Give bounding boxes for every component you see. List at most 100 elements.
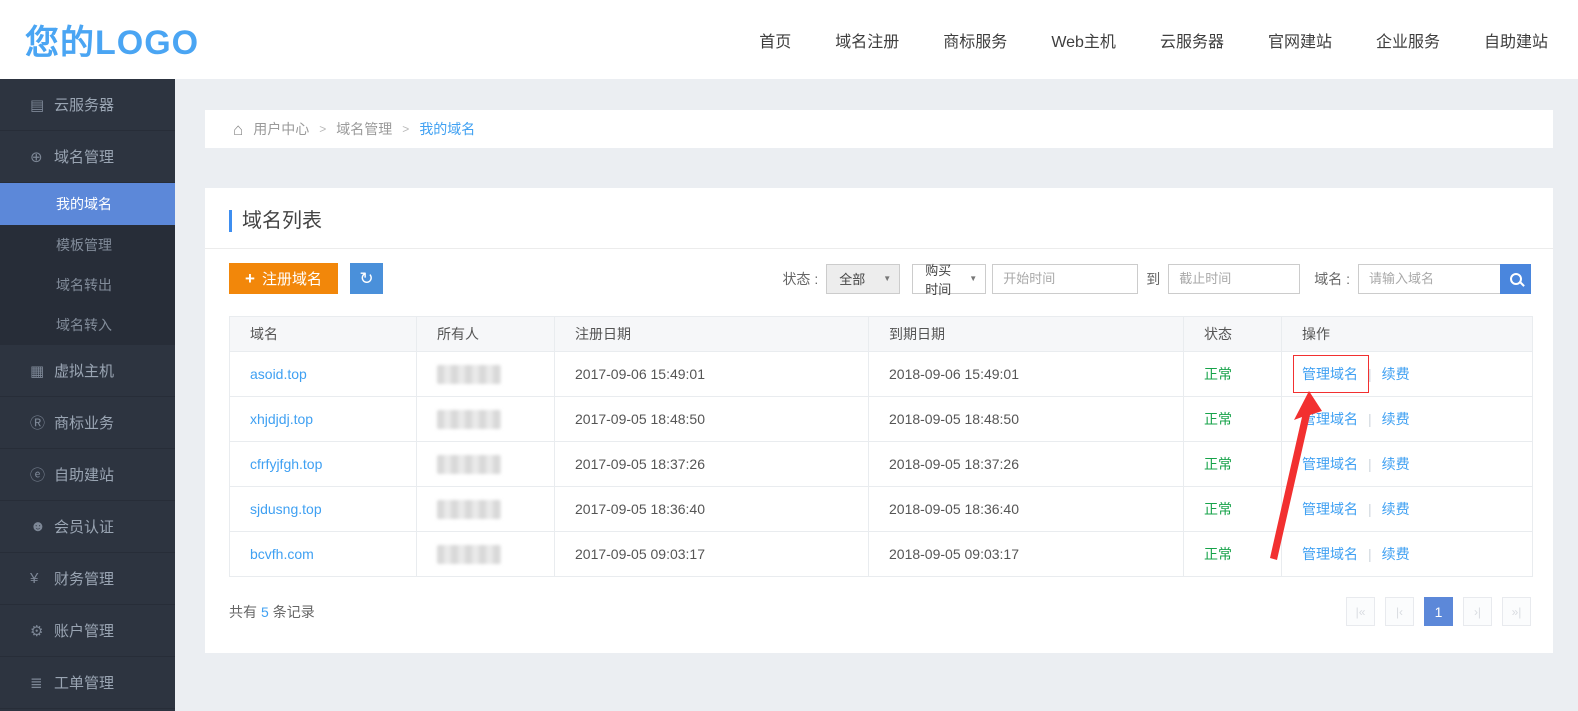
last-page-button[interactable]: »| (1502, 597, 1531, 626)
sidebar-item[interactable]: ▦虚拟主机 (0, 345, 175, 397)
column-header: 所有人 (417, 317, 555, 352)
domain-link[interactable]: bcvfh.com (250, 546, 314, 562)
renew-link[interactable]: 续费 (1382, 366, 1410, 382)
status-cell: 正常 (1184, 487, 1282, 532)
renew-link[interactable]: 续费 (1382, 501, 1410, 517)
domain-link[interactable]: asoid.top (250, 366, 307, 382)
manage-domain-link[interactable]: 管理域名 (1302, 366, 1358, 382)
sidebar-item[interactable]: ▤云服务器 (0, 79, 175, 131)
domain-link[interactable]: cfrfyjfgh.top (250, 456, 322, 472)
owner-cell (417, 532, 555, 577)
status-filter-label: 状态 : (782, 269, 818, 289)
sidebar-item[interactable]: ⓔ自助建站 (0, 449, 175, 501)
breadcrumb-separator: > (319, 122, 326, 136)
start-date-input[interactable] (992, 264, 1138, 294)
breadcrumb-item: 我的域名 (419, 119, 475, 139)
manage-wrap: 管理域名 (1302, 411, 1358, 427)
top-nav-item[interactable]: 首页 (759, 28, 791, 52)
owner-cell (417, 397, 555, 442)
expires-cell: 2018-09-05 18:48:50 (869, 397, 1184, 442)
manage-domain-link[interactable]: 管理域名 (1302, 456, 1358, 472)
manage-domain-link[interactable]: 管理域名 (1302, 501, 1358, 517)
sidebar-item[interactable]: ¥财务管理 (0, 553, 175, 605)
sidebar-item[interactable]: Ⓡ商标业务 (0, 397, 175, 449)
top-nav-item[interactable]: 官网建站 (1268, 28, 1332, 52)
site-logo[interactable]: 您的LOGO (25, 15, 199, 64)
domain-link[interactable]: xhjdjdj.top (250, 411, 313, 427)
main-content: ⌂ 用户中心>域名管理>我的域名 域名列表 + 注册域名 ↻ 状态 : 全部 (175, 79, 1578, 711)
status-badge: 正常 (1204, 501, 1232, 517)
sidebar-item[interactable]: ☻会员认证 (0, 501, 175, 553)
expires-cell: 2018-09-06 15:49:01 (869, 352, 1184, 397)
domain-search-input[interactable] (1358, 264, 1500, 294)
sidebar-item[interactable]: ≣工单管理 (0, 657, 175, 709)
sidebar-subitem[interactable]: 域名转出 (0, 265, 175, 305)
end-date-input[interactable] (1168, 264, 1300, 294)
table-row: bcvfh.com 2017-09-05 09:03:172018-09-05 0… (230, 532, 1533, 577)
summary-count: 5 (261, 604, 269, 620)
page-1-button[interactable]: 1 (1424, 597, 1453, 626)
status-cell: 正常 (1184, 397, 1282, 442)
chevron-down-icon: ▼ (969, 274, 977, 283)
renew-link[interactable]: 续费 (1382, 456, 1410, 472)
first-page-button[interactable]: |« (1346, 597, 1375, 626)
sidebar-item-label: 财务管理 (54, 568, 114, 589)
summary-suffix: 条记录 (273, 604, 315, 620)
registered-cell: 2017-09-06 15:49:01 (555, 352, 869, 397)
manage-domain-link[interactable]: 管理域名 (1302, 546, 1358, 562)
top-nav-item[interactable]: 企业服务 (1376, 28, 1440, 52)
actions-cell: 管理域名 | 续费 (1282, 397, 1533, 442)
sidebar-item[interactable]: ⊕域名管理 (0, 131, 175, 183)
member-auth-icon: ☻ (30, 518, 54, 535)
owner-redacted-blur (437, 410, 501, 429)
owner-cell (417, 442, 555, 487)
column-header: 到期日期 (869, 317, 1184, 352)
top-nav-item[interactable]: 域名注册 (835, 28, 899, 52)
renew-link[interactable]: 续费 (1382, 411, 1410, 427)
time-type-select[interactable]: 购买时间 ▼ (912, 264, 986, 294)
home-icon: ⌂ (233, 121, 243, 138)
expires-cell: 2018-09-05 09:03:17 (869, 532, 1184, 577)
action-separator: | (1368, 411, 1372, 427)
owner-redacted-blur (437, 455, 501, 474)
owner-redacted-blur (437, 545, 501, 564)
top-nav-item[interactable]: 云服务器 (1160, 28, 1224, 52)
column-header: 注册日期 (555, 317, 869, 352)
top-nav-item[interactable]: Web主机 (1051, 28, 1116, 52)
domain-cell: asoid.top (230, 352, 417, 397)
breadcrumb-item[interactable]: 域名管理 (336, 119, 392, 139)
search-button[interactable] (1500, 264, 1531, 294)
status-select[interactable]: 全部 ▼ (826, 264, 900, 294)
pagination: |« |‹ 1 ›| »| (1346, 597, 1531, 626)
table-header-row: 域名所有人注册日期到期日期状态操作 (230, 317, 1533, 352)
top-nav-item[interactable]: 自助建站 (1484, 28, 1548, 52)
domain-link[interactable]: sjdusng.top (250, 501, 322, 517)
next-page-button[interactable]: ›| (1463, 597, 1492, 626)
status-cell: 正常 (1184, 352, 1282, 397)
renew-link[interactable]: 续费 (1382, 546, 1410, 562)
domain-list-panel: 域名列表 + 注册域名 ↻ 状态 : 全部 ▼ 购买时间 (205, 188, 1553, 653)
column-header: 操作 (1282, 317, 1533, 352)
action-separator: | (1368, 456, 1372, 472)
top-nav-item[interactable]: 商标服务 (943, 28, 1007, 52)
finance-icon: ¥ (30, 570, 54, 587)
manage-domain-link[interactable]: 管理域名 (1302, 411, 1358, 427)
registered-cell: 2017-09-05 09:03:17 (555, 532, 869, 577)
sidebar-item[interactable]: ⚙账户管理 (0, 605, 175, 657)
table-row: asoid.top 2017-09-06 15:49:012018-09-06 1… (230, 352, 1533, 397)
sidebar-subitem[interactable]: 我的域名 (0, 183, 175, 225)
breadcrumb-item[interactable]: 用户中心 (253, 119, 309, 139)
sidebar: ▤云服务器⊕域名管理我的域名模板管理域名转出域名转入▦虚拟主机Ⓡ商标业务ⓔ自助建… (0, 79, 175, 711)
prev-page-button[interactable]: |‹ (1385, 597, 1414, 626)
table-footer: 共有5条记录 |«|‹1›|»| (229, 597, 1531, 626)
register-domain-button[interactable]: + 注册域名 (229, 263, 338, 294)
refresh-button[interactable]: ↻ (350, 263, 383, 294)
action-separator: | (1368, 366, 1372, 382)
to-label: 到 (1146, 269, 1160, 289)
chevron-down-icon: ▼ (883, 274, 891, 283)
sidebar-subitem[interactable]: 模板管理 (0, 225, 175, 265)
action-separator: | (1368, 546, 1372, 562)
registered-cell: 2017-09-05 18:37:26 (555, 442, 869, 487)
sidebar-subitem[interactable]: 域名转入 (0, 305, 175, 345)
domain-cell: bcvfh.com (230, 532, 417, 577)
